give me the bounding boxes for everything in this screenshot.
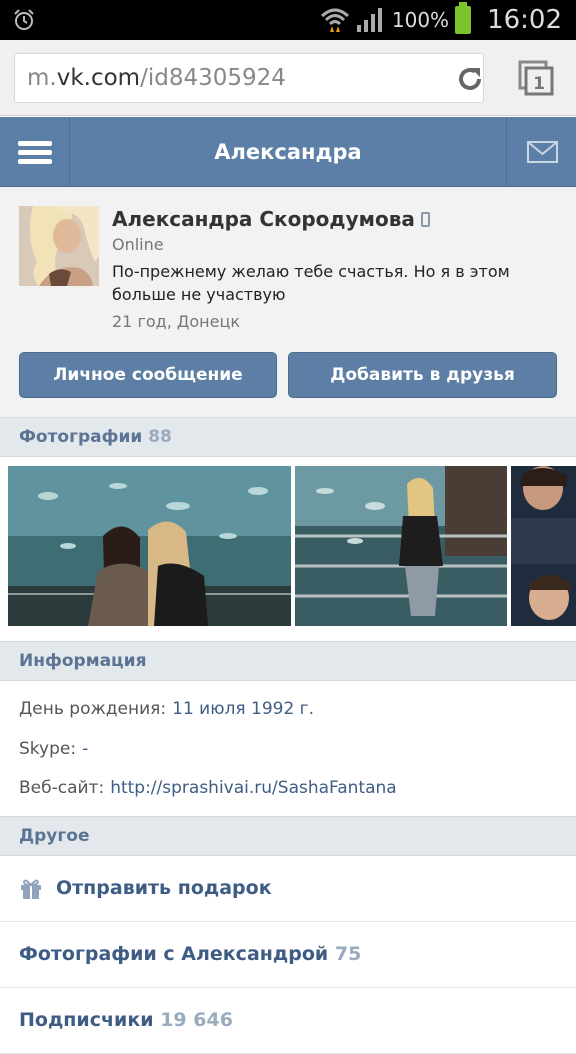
photo-image [295,466,507,626]
alarm-icon [14,9,34,30]
add-friend-button[interactable]: Добавить в друзья [288,352,557,398]
browser-toolbar: m.vk.com/id84305924 1 [0,40,576,116]
info-section-header: Информация [0,641,576,681]
website-link[interactable]: http://sprashivai.ru/SashaFantana [110,778,397,798]
photos-with-user-label: Фотографии с Александрой 75 [19,943,361,965]
menu-icon-bar [18,150,52,155]
gift-icon [21,879,41,899]
profile-meta: 21 год, Донецк [112,312,241,331]
followers-row[interactable]: Подписчики 19 646 [0,988,576,1054]
battery-icon [455,2,472,34]
tabs-icon: 1 [518,60,554,96]
send-gift-label: Отправить подарок [56,877,272,899]
photo-image [511,466,576,626]
status-bar: 100% 16:02 [0,0,576,40]
followers-label: Подписчики 19 646 [19,1009,233,1031]
battery-percent: 100% [391,8,450,32]
tabs-button[interactable]: 1 [516,58,556,98]
photos-with-user-text: Фотографии с Александрой [19,943,329,965]
page-title: Александра [214,140,362,164]
app-header: Александра [0,117,576,187]
info-row-birthday: День рождения: 11 июля 1992 г. [19,699,314,719]
avatar-image [19,206,99,286]
tabs-count: 1 [533,74,545,94]
mobile-icon [420,212,430,227]
photo-image [8,466,291,626]
url-host: vk.com [56,65,141,91]
url-text[interactable]: m.vk.com/id84305924 [27,65,286,91]
other-section-header: Другое [0,816,576,856]
photos-with-user-row[interactable]: Фотографии с Александрой 75 [0,922,576,988]
menu-button[interactable] [0,117,70,187]
reload-icon[interactable] [455,64,485,94]
clock: 16:02 [487,5,562,35]
profile-name: Александра Скородумова [112,207,430,231]
url-bar[interactable]: m.vk.com/id84305924 [14,53,484,103]
photos-section-header[interactable]: Фотографии 88 [0,417,576,457]
profile-status: По-прежнему желаю тебе счастья. Но я в э… [112,262,510,304]
wifi-icon [320,8,349,32]
info-value: - [82,739,89,759]
other-section-label: Другое [19,826,90,846]
info-label: Веб-сайт: [19,778,105,798]
followers-text: Подписчики [19,1009,154,1031]
signal-icon [356,8,382,32]
photos-strip [0,458,576,642]
messages-button[interactable] [506,117,576,187]
menu-icon-bar [18,159,52,164]
url-path: /id84305924 [140,65,286,91]
url-prefix: m. [27,65,57,91]
online-status: Online [112,235,164,254]
info-label: День рождения: [19,699,167,719]
profile-name-text: Александра Скородумова [112,207,415,231]
send-message-button[interactable]: Личное сообщение [19,352,277,398]
info-label: Skype: [19,739,77,759]
photos-with-user-count: 75 [334,943,362,965]
mail-icon [527,141,558,163]
photos-count: 88 [148,427,172,447]
info-row-website: Веб-сайт: http://sprashivai.ru/SashaFanta… [19,778,397,798]
photo-thumbnail[interactable] [511,466,576,626]
info-section-label: Информация [19,651,147,671]
menu-icon [18,141,52,146]
profile-card: Александра Скородумова Online По-прежнем… [0,187,576,417]
info-row-skype: Skype: - [19,739,88,759]
avatar[interactable] [19,206,99,286]
photo-thumbnail[interactable] [295,466,507,626]
send-gift-row[interactable]: Отправить подарок [0,856,576,922]
followers-count: 19 646 [160,1009,233,1031]
photos-title: Фотографии [19,427,143,447]
photo-thumbnail[interactable] [8,466,291,626]
photos-section-label: Фотографии 88 [19,427,172,447]
info-value[interactable]: 11 июля 1992 г. [172,699,314,719]
